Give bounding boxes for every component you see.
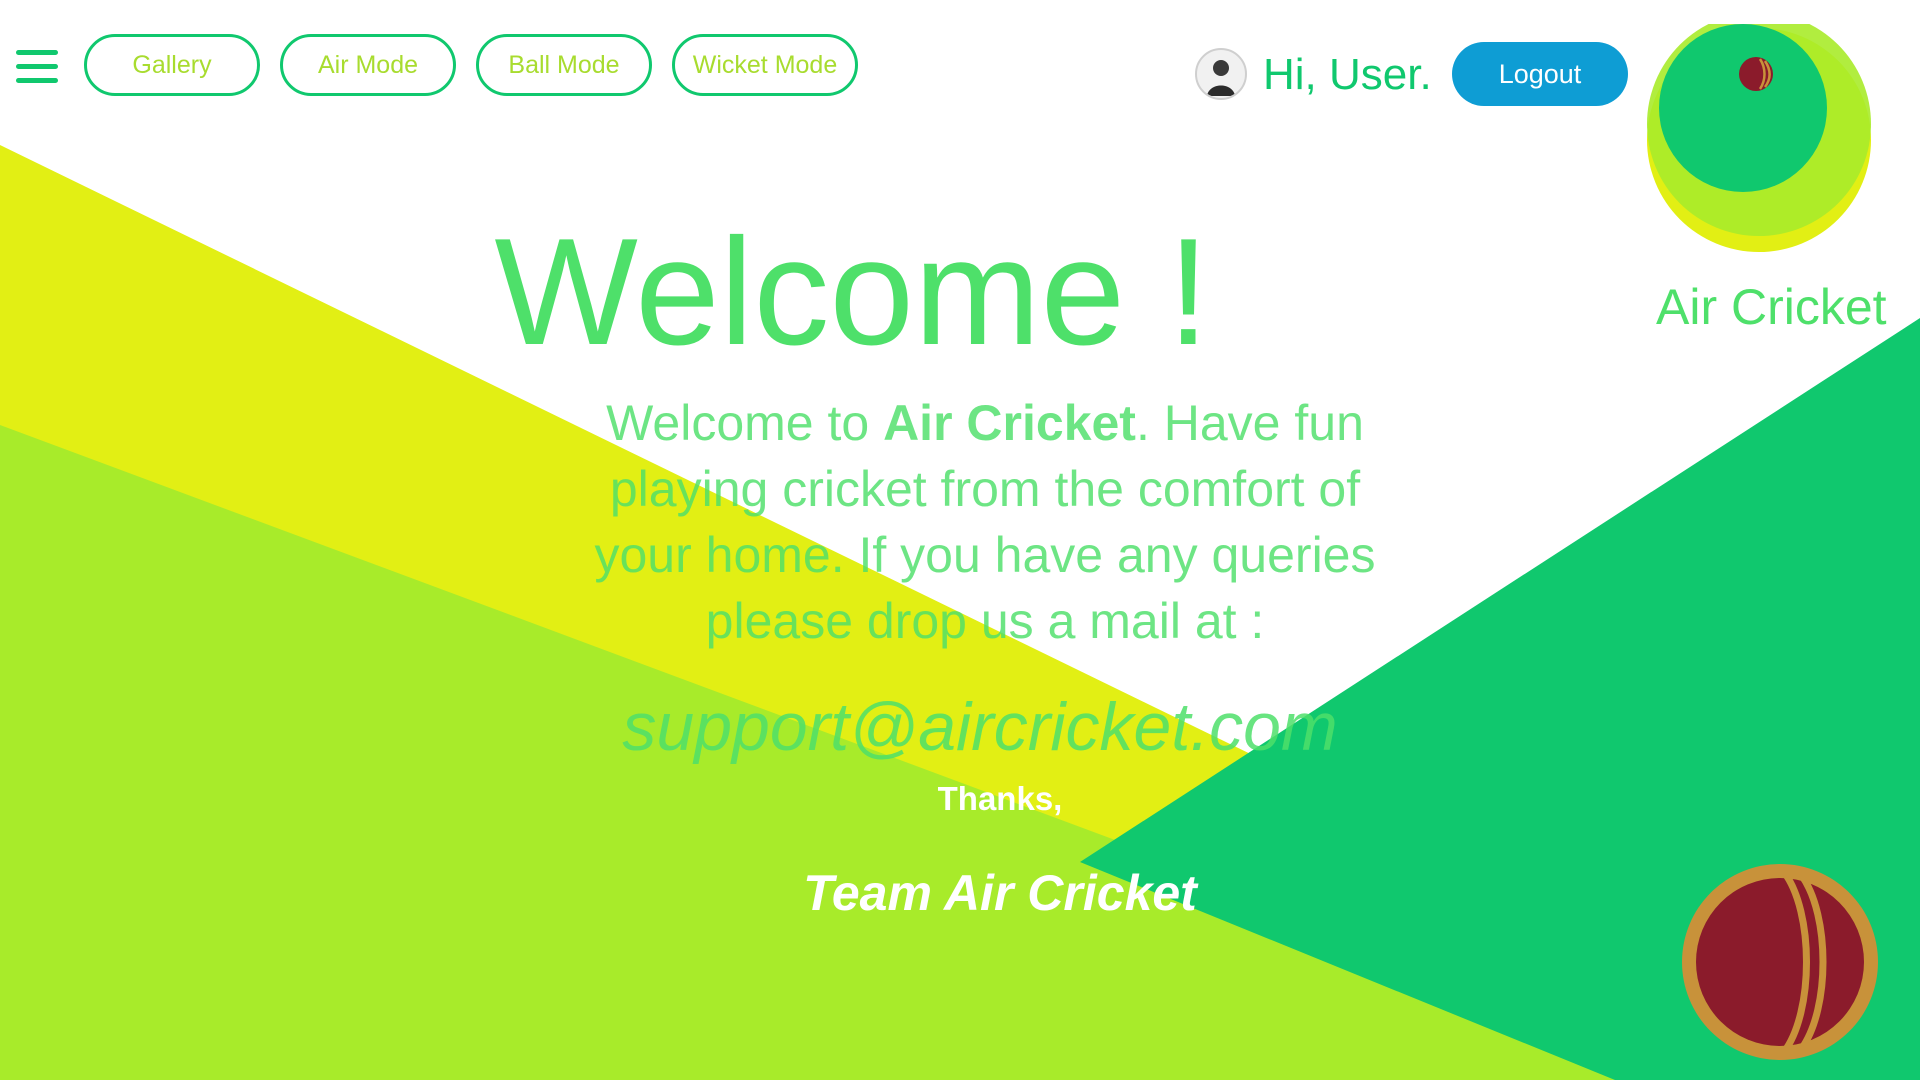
brand-name: Air Cricket <box>1656 279 1887 335</box>
logout-button[interactable]: Logout <box>1452 42 1628 106</box>
nav-air-mode-button[interactable]: Air Mode <box>280 34 456 96</box>
nav-ball-mode-button[interactable]: Ball Mode <box>476 34 652 96</box>
thanks-text: Thanks, <box>937 780 1063 817</box>
support-email-link[interactable]: support@aircricket.com <box>560 688 1400 766</box>
welcome-title: Welcome ! <box>494 207 1210 377</box>
air-cricket-logo <box>1647 24 1871 252</box>
nav-gallery-button[interactable]: Gallery <box>84 34 260 96</box>
welcome-intro: Welcome to Air Cricket. Have fun playing… <box>585 390 1385 654</box>
hamburger-menu-icon[interactable] <box>16 50 58 84</box>
user-greeting: Hi, User. <box>1263 50 1432 99</box>
user-avatar-icon <box>1207 60 1235 96</box>
intro-prefix: Welcome to <box>606 395 884 451</box>
intro-brand: Air Cricket <box>883 395 1136 451</box>
user-avatar[interactable] <box>1195 48 1247 100</box>
cricket-ball-icon[interactable] <box>1680 862 1880 1062</box>
team-signature: Team Air Cricket <box>803 865 1197 921</box>
nav-wicket-mode-button[interactable]: Wicket Mode <box>672 34 858 96</box>
